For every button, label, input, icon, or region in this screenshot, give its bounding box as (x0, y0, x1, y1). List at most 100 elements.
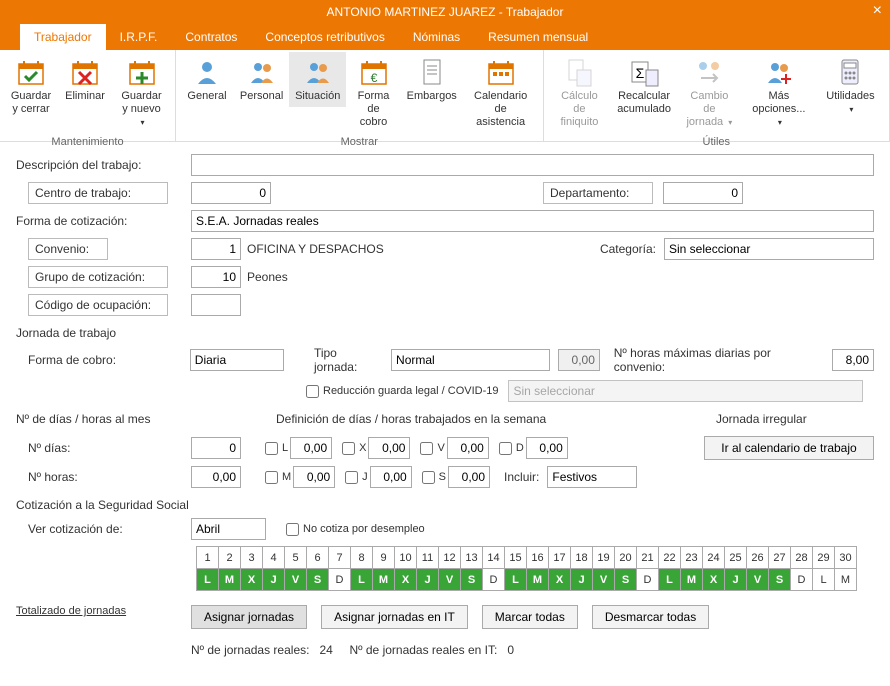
cal-day-num[interactable]: 16 (527, 547, 549, 569)
day-d-input[interactable] (526, 437, 568, 459)
recalcular-acumulado-button[interactable]: ΣRecalcularacumulado (611, 52, 677, 120)
cal-day-num[interactable]: 14 (483, 547, 505, 569)
cal-day-letter[interactable]: L (351, 569, 373, 591)
codigo-ocupacion-label[interactable]: Código de ocupación: (28, 294, 168, 316)
cal-day-letter[interactable]: X (703, 569, 725, 591)
cal-day-letter[interactable]: M (835, 569, 857, 591)
day-m-input[interactable] (293, 466, 335, 488)
cal-day-num[interactable]: 8 (351, 547, 373, 569)
cal-day-letter[interactable]: L (505, 569, 527, 591)
day-j-check[interactable]: J (345, 471, 368, 484)
cal-day-letter[interactable]: M (527, 569, 549, 591)
tab-i-r-p-f-[interactable]: I.R.P.F. (106, 24, 172, 50)
mas-opciones-button[interactable]: Másopciones... ▾ (742, 52, 816, 134)
cal-day-num[interactable]: 18 (571, 547, 593, 569)
cal-day-num[interactable]: 6 (307, 547, 329, 569)
cal-day-letter[interactable]: D (483, 569, 505, 591)
descripcion-input[interactable] (191, 154, 874, 176)
eliminar-button[interactable]: Eliminar (58, 52, 112, 107)
cal-day-num[interactable]: 25 (725, 547, 747, 569)
cal-day-num[interactable]: 20 (615, 547, 637, 569)
cal-day-num[interactable]: 21 (637, 547, 659, 569)
forma-cotizacion-select[interactable]: S.E.A. Jornadas reales (191, 210, 874, 232)
reduccion-checkbox[interactable]: Reducción guarda legal / COVID-19 (306, 385, 498, 398)
cal-day-letter[interactable]: X (395, 569, 417, 591)
utilidades-button[interactable]: Utilidades ▾ (816, 52, 885, 120)
tab-trabajador[interactable]: Trabajador (20, 24, 106, 50)
cal-day-letter[interactable]: X (549, 569, 571, 591)
day-v-input[interactable] (447, 437, 489, 459)
cal-day-letter[interactable]: D (637, 569, 659, 591)
ver-cotizacion-select[interactable]: Abril (191, 518, 266, 540)
cal-day-num[interactable]: 30 (835, 547, 857, 569)
day-v-check[interactable]: V (420, 442, 444, 455)
cal-day-letter[interactable]: S (461, 569, 483, 591)
cal-day-letter[interactable]: S (769, 569, 791, 591)
guardar-nuevo-button[interactable]: Guardary nuevo ▾ (112, 52, 171, 134)
cal-day-letter[interactable]: D (791, 569, 813, 591)
situacion-button[interactable]: Situación (289, 52, 346, 107)
cal-day-num[interactable]: 11 (417, 547, 439, 569)
cal-day-letter[interactable]: X (241, 569, 263, 591)
n-horas-input[interactable] (191, 466, 241, 488)
grupo-cotizacion-num-input[interactable] (191, 266, 241, 288)
cal-day-num[interactable]: 29 (813, 547, 835, 569)
tab-n-minas[interactable]: Nóminas (399, 24, 474, 50)
tab-resumen-mensual[interactable]: Resumen mensual (474, 24, 602, 50)
convenio-label[interactable]: Convenio: (28, 238, 108, 260)
cal-day-num[interactable]: 15 (505, 547, 527, 569)
cal-day-letter[interactable]: M (681, 569, 703, 591)
cal-day-num[interactable]: 13 (461, 547, 483, 569)
totalizado-link[interactable]: Totalizado de jornadas (16, 605, 191, 657)
convenio-num-input[interactable] (191, 238, 241, 260)
cal-day-letter[interactable]: J (571, 569, 593, 591)
cal-day-num[interactable]: 4 (263, 547, 285, 569)
horas-max-input[interactable] (832, 349, 874, 371)
day-j-input[interactable] (370, 466, 412, 488)
day-s-check[interactable]: S (422, 471, 446, 484)
cal-day-letter[interactable]: L (197, 569, 219, 591)
calendario-asistencia-button[interactable]: Calendariode asistencia (463, 52, 539, 134)
departamento-input[interactable] (663, 182, 743, 204)
guardar-cerrar-button[interactable]: Guardary cerrar (4, 52, 58, 120)
cal-day-letter[interactable]: L (813, 569, 835, 591)
categoria-select[interactable]: Sin seleccionar (664, 238, 874, 260)
cal-day-letter[interactable]: D (329, 569, 351, 591)
cal-day-num[interactable]: 12 (439, 547, 461, 569)
forma-cobro-select[interactable]: Diaria (190, 349, 284, 371)
cal-day-letter[interactable]: V (439, 569, 461, 591)
asignar-jornadas-it-button[interactable]: Asignar jornadas en IT (321, 605, 468, 629)
tipo-jornada-select[interactable]: Normal (391, 349, 550, 371)
day-d-check[interactable]: D (499, 442, 524, 455)
cal-day-letter[interactable]: V (747, 569, 769, 591)
cal-day-num[interactable]: 28 (791, 547, 813, 569)
day-x-check[interactable]: X (342, 442, 366, 455)
forma-cobro-button[interactable]: €Formade cobro (346, 52, 401, 134)
cal-day-letter[interactable]: J (725, 569, 747, 591)
day-s-input[interactable] (448, 466, 490, 488)
cal-day-letter[interactable]: J (417, 569, 439, 591)
tab-conceptos-retributivos[interactable]: Conceptos retributivos (251, 24, 398, 50)
cal-day-letter[interactable]: J (263, 569, 285, 591)
no-cotiza-checkbox[interactable]: No cotiza por desempleo (286, 523, 425, 536)
cal-day-num[interactable]: 9 (373, 547, 395, 569)
cal-day-num[interactable]: 10 (395, 547, 417, 569)
codigo-ocupacion-input[interactable] (191, 294, 241, 316)
cal-day-letter[interactable]: V (593, 569, 615, 591)
cal-day-num[interactable]: 5 (285, 547, 307, 569)
departamento-label[interactable]: Departamento: (543, 182, 653, 204)
embargos-button[interactable]: Embargos (401, 52, 463, 107)
cal-day-num[interactable]: 3 (241, 547, 263, 569)
cal-day-num[interactable]: 27 (769, 547, 791, 569)
cal-day-num[interactable]: 23 (681, 547, 703, 569)
incluir-select[interactable]: Festivos (547, 466, 637, 488)
cal-day-num[interactable]: 22 (659, 547, 681, 569)
cal-day-num[interactable]: 7 (329, 547, 351, 569)
n-dias-input[interactable] (191, 437, 241, 459)
centro-trabajo-input[interactable] (191, 182, 271, 204)
cal-day-letter[interactable]: L (659, 569, 681, 591)
close-icon[interactable]: × (873, 2, 882, 20)
cal-day-letter[interactable]: V (285, 569, 307, 591)
asignar-jornadas-button[interactable]: Asignar jornadas (191, 605, 307, 629)
desmarcar-todas-button[interactable]: Desmarcar todas (592, 605, 709, 629)
